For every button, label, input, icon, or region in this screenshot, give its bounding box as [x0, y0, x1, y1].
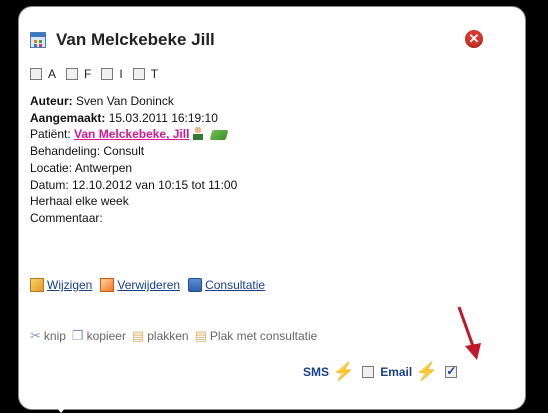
sms-checkbox[interactable] — [362, 366, 375, 378]
edit-button[interactable]: Wijzigen — [30, 278, 92, 292]
flag-f[interactable]: F — [66, 67, 91, 81]
scissors-icon: ✂ — [30, 328, 41, 343]
email-lightning-icon: ⚡ — [416, 362, 438, 381]
delete-label: Verwijderen — [117, 278, 181, 292]
email-label: Email — [380, 365, 413, 379]
auteur-row: Auteur: Sven Van Doninck — [30, 93, 237, 110]
sms-lightning-icon: ⚡ — [333, 362, 355, 381]
auteur-value: Sven Van Doninck — [72, 94, 174, 108]
paste-consult-button[interactable]: ▤ Plak met consultatie — [195, 328, 318, 344]
appointment-actions: Wijzigen Verwijderen Consultatie — [30, 278, 273, 292]
commentaar-row: Commentaar: — [30, 210, 103, 225]
patient-label: Patiënt: — [30, 127, 75, 142]
flag-a-label: A — [48, 67, 57, 81]
consultation-label: Consultatie — [205, 278, 266, 292]
delete-icon — [100, 278, 115, 292]
flag-f-label: F — [84, 67, 92, 81]
paste-consult-icon: ▤ — [194, 328, 207, 343]
copy-icon: ❐ — [71, 328, 84, 343]
copy-label: kopieer — [86, 329, 126, 343]
flag-checkboxes: A F I T — [30, 67, 168, 81]
calendar-icon — [30, 32, 46, 48]
paste-icon: ▤ — [131, 328, 145, 343]
flag-i[interactable]: I — [101, 67, 123, 81]
flag-i-checkbox[interactable] — [101, 68, 114, 80]
email-checkbox[interactable] — [445, 364, 458, 378]
paste-label: plakken — [147, 329, 189, 343]
cut-label: knip — [43, 329, 66, 343]
notification-options: SMS ⚡ Email ⚡ — [303, 362, 463, 382]
flag-a-checkbox[interactable] — [30, 68, 42, 80]
flag-a[interactable]: A — [30, 67, 56, 81]
background-left — [0, 0, 18, 413]
aangemaakt-row: Aangemaakt: 15.03.2011 16:19:10 — [30, 110, 237, 127]
clipboard-actions: ✂ knip ❐ kopieer ▤ plakken ▤ Plak met consul… — [30, 328, 323, 344]
consultation-icon — [188, 278, 203, 292]
cut-button[interactable]: ✂ knip — [30, 328, 66, 344]
patient-link[interactable]: Van Melckebeke, Jill — [74, 127, 189, 141]
background-right — [526, 0, 548, 413]
locatie-row: Locatie: Antwerpen — [30, 160, 133, 175]
behandeling-row: Behandeling: Consult — [30, 144, 145, 159]
edit-label: Wijzigen — [47, 278, 93, 292]
edit-icon — [30, 278, 44, 292]
flag-f-checkbox[interactable] — [66, 68, 79, 80]
aangemaakt-label: Aangemaakt: — [30, 110, 106, 125]
paste-consult-label: Plak met consultatie — [209, 329, 318, 343]
payment-icon[interactable] — [210, 130, 229, 141]
flag-i-label: I — [119, 67, 123, 81]
flag-t[interactable]: T — [132, 67, 159, 81]
appointment-details: Auteur: Sven Van Doninck Aangemaakt: 15.… — [30, 93, 237, 227]
sms-label: SMS — [303, 365, 330, 379]
flag-t-checkbox[interactable] — [132, 68, 145, 80]
patient-icon[interactable] — [192, 126, 209, 141]
red-arrow-annotation — [457, 306, 481, 360]
close-icon[interactable]: ✕ — [465, 30, 483, 48]
flag-t-label: T — [150, 67, 159, 81]
paste-button[interactable]: ▤ plakken — [132, 328, 189, 344]
popup-pointer — [52, 402, 70, 413]
auteur-label: Auteur: — [30, 94, 73, 108]
patient-row: Patiënt: Van Melckebeke, Jill — [30, 126, 237, 143]
datum-row: Datum: 12.10.2012 van 10:15 tot 11:00 — [30, 177, 238, 192]
popup-title: Van Melckebeke Jill — [56, 30, 215, 49]
popup-header: Van Melckebeke Jill — [30, 30, 215, 50]
consultation-button[interactable]: Consultatie — [188, 278, 265, 292]
delete-button[interactable]: Verwijderen — [100, 278, 180, 292]
copy-button[interactable]: ❐ kopieer — [72, 328, 126, 344]
aangemaakt-value: 15.03.2011 16:19:10 — [105, 110, 218, 125]
herhaal-row: Herhaal elke week — [30, 194, 129, 209]
